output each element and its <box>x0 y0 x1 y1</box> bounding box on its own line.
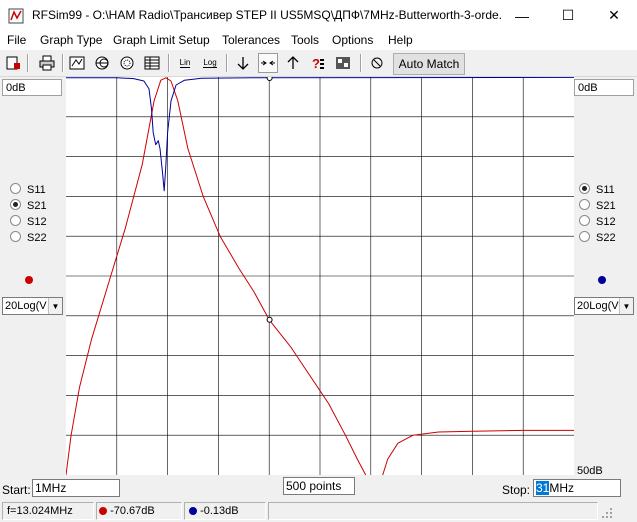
status-blank-cell <box>268 502 598 520</box>
right-trace-color-dot[interactable] <box>598 276 606 284</box>
start-label: Start: <box>2 483 31 497</box>
right-reading-value: -0.13dB <box>200 505 239 517</box>
radio-icon <box>10 231 21 242</box>
left-radio-s21[interactable]: S21 <box>10 199 47 214</box>
right-scale-combo[interactable]: 20Log(V ▼ <box>574 297 634 315</box>
right-trace-panel: 0dB S11 S21 S12 S22 20Log(V ▼ 50dB <box>574 77 637 474</box>
right-radio-s11[interactable]: S11 <box>579 183 615 198</box>
stop-label: Stop: <box>502 483 531 497</box>
component-icon[interactable] <box>333 53 353 73</box>
up-arrow-icon[interactable] <box>283 53 303 73</box>
cursor-marker-1 <box>266 316 273 323</box>
toolbar-separator <box>226 54 228 72</box>
toolbar-separator <box>168 54 170 72</box>
status-left-reading: -70.67dB <box>96 502 182 520</box>
lin-label: Lin <box>179 57 191 68</box>
menu-options[interactable]: Options <box>332 33 373 47</box>
radio-selected-icon <box>10 199 21 210</box>
left-radio-s12[interactable]: S12 <box>10 215 47 230</box>
table-icon[interactable] <box>142 53 162 73</box>
radio-icon <box>579 199 590 210</box>
right-radio-s22[interactable]: S22 <box>579 231 616 246</box>
menu-tools[interactable]: Tools <box>291 33 319 47</box>
menu-graph-limit-setup[interactable]: Graph Limit Setup <box>113 33 210 47</box>
toolbar-separator <box>62 54 64 72</box>
chevron-down-icon[interactable]: ▼ <box>619 298 633 314</box>
radio-label: S21 <box>596 200 616 212</box>
down-arrow-icon[interactable] <box>233 53 253 73</box>
maximize-button[interactable]: ☐ <box>545 0 591 31</box>
right-radio-s21[interactable]: S21 <box>579 199 616 214</box>
close-button[interactable]: ✕ <box>591 0 637 31</box>
graph-area[interactable] <box>65 75 575 476</box>
title-bar: RFSim99 - O:\HAM Radio\Трансивер STEP II… <box>0 0 637 31</box>
minimize-button[interactable]: — <box>499 0 545 31</box>
left-trace-panel: 0dB S11 S21 S12 S22 20Log(V ▼ <box>0 77 66 469</box>
right-top-value[interactable]: 0dB <box>574 79 634 96</box>
svg-text:?: ? <box>312 56 320 71</box>
refresh-icon[interactable] <box>367 53 387 73</box>
cursor-marker-0 <box>266 75 273 82</box>
stop-value-selection: 31 <box>536 481 550 495</box>
trace-line-1 <box>382 429 574 476</box>
right-scale-combo-value: 20Log(V <box>577 300 619 312</box>
radio-label: S22 <box>27 232 47 244</box>
toolbar-separator <box>360 54 362 72</box>
stop-frequency-input[interactable]: 31MHz <box>533 479 621 497</box>
radio-icon <box>579 231 590 242</box>
shrink-icon[interactable] <box>258 53 278 73</box>
stop-value-unit: MHz <box>549 481 575 495</box>
smith-chart-icon[interactable] <box>92 53 112 73</box>
printer-icon[interactable] <box>37 53 57 73</box>
right-bottom-value[interactable]: 50dB <box>574 464 634 474</box>
menu-tolerances[interactable]: Tolerances <box>222 33 280 47</box>
print-icon[interactable] <box>3 53 23 73</box>
left-scale-combo[interactable]: 20Log(V ▼ <box>2 297 63 315</box>
radio-label: S11 <box>596 184 615 196</box>
graph-icon[interactable] <box>67 53 87 73</box>
radio-selected-icon <box>579 183 590 194</box>
left-trace-dot-icon <box>99 507 107 515</box>
radio-label: S22 <box>596 232 616 244</box>
radio-label: S11 <box>27 184 46 196</box>
polar-chart-icon[interactable] <box>117 53 137 73</box>
left-radio-s11[interactable]: S11 <box>10 183 46 198</box>
radio-icon <box>10 215 21 226</box>
right-trace-dot-icon <box>189 507 197 515</box>
help-icon[interactable]: ? <box>308 53 328 73</box>
left-trace-color-dot[interactable] <box>25 276 33 284</box>
trace-line-0 <box>65 77 367 476</box>
radio-icon <box>10 183 21 194</box>
toolbar-separator <box>27 54 29 72</box>
toolbar: Lin Log ? Auto Match <box>0 51 637 77</box>
status-right-reading: -0.13dB <box>184 502 266 520</box>
left-top-value[interactable]: 0dB <box>2 79 62 96</box>
auto-match-button[interactable]: Auto Match <box>393 53 465 75</box>
points-input[interactable]: 500 points <box>283 477 355 495</box>
menu-file[interactable]: File <box>7 33 26 47</box>
left-radio-s22[interactable]: S22 <box>10 231 47 246</box>
s-parameter-chart <box>65 75 575 476</box>
radio-icon <box>579 215 590 226</box>
chevron-down-icon[interactable]: ▼ <box>48 298 62 314</box>
radio-label: S21 <box>27 200 47 212</box>
right-radio-s12[interactable]: S12 <box>579 215 616 230</box>
status-frequency: f=13.024MHz <box>2 502 94 520</box>
menu-bar: File Graph Type Graph Limit Setup Tolera… <box>0 31 637 50</box>
log-scale-button[interactable]: Log <box>200 53 220 73</box>
left-scale-combo-value: 20Log(V <box>5 300 47 312</box>
status-bar: f=13.024MHz -70.67dB -0.13dB <box>0 501 637 522</box>
radio-label: S12 <box>27 216 47 228</box>
resize-grip-icon[interactable] <box>601 507 613 519</box>
start-frequency-input[interactable]: 1MHz <box>32 479 120 497</box>
left-reading-value: -70.67dB <box>110 505 155 517</box>
menu-graph-type[interactable]: Graph Type <box>40 33 102 47</box>
radio-label: S12 <box>596 216 616 228</box>
menu-help[interactable]: Help <box>388 33 413 47</box>
log-label: Log <box>203 57 217 68</box>
app-icon <box>8 8 24 24</box>
window-title: RFSim99 - O:\HAM Radio\Трансивер STEP II… <box>32 8 502 22</box>
lin-scale-button[interactable]: Lin <box>175 53 195 73</box>
